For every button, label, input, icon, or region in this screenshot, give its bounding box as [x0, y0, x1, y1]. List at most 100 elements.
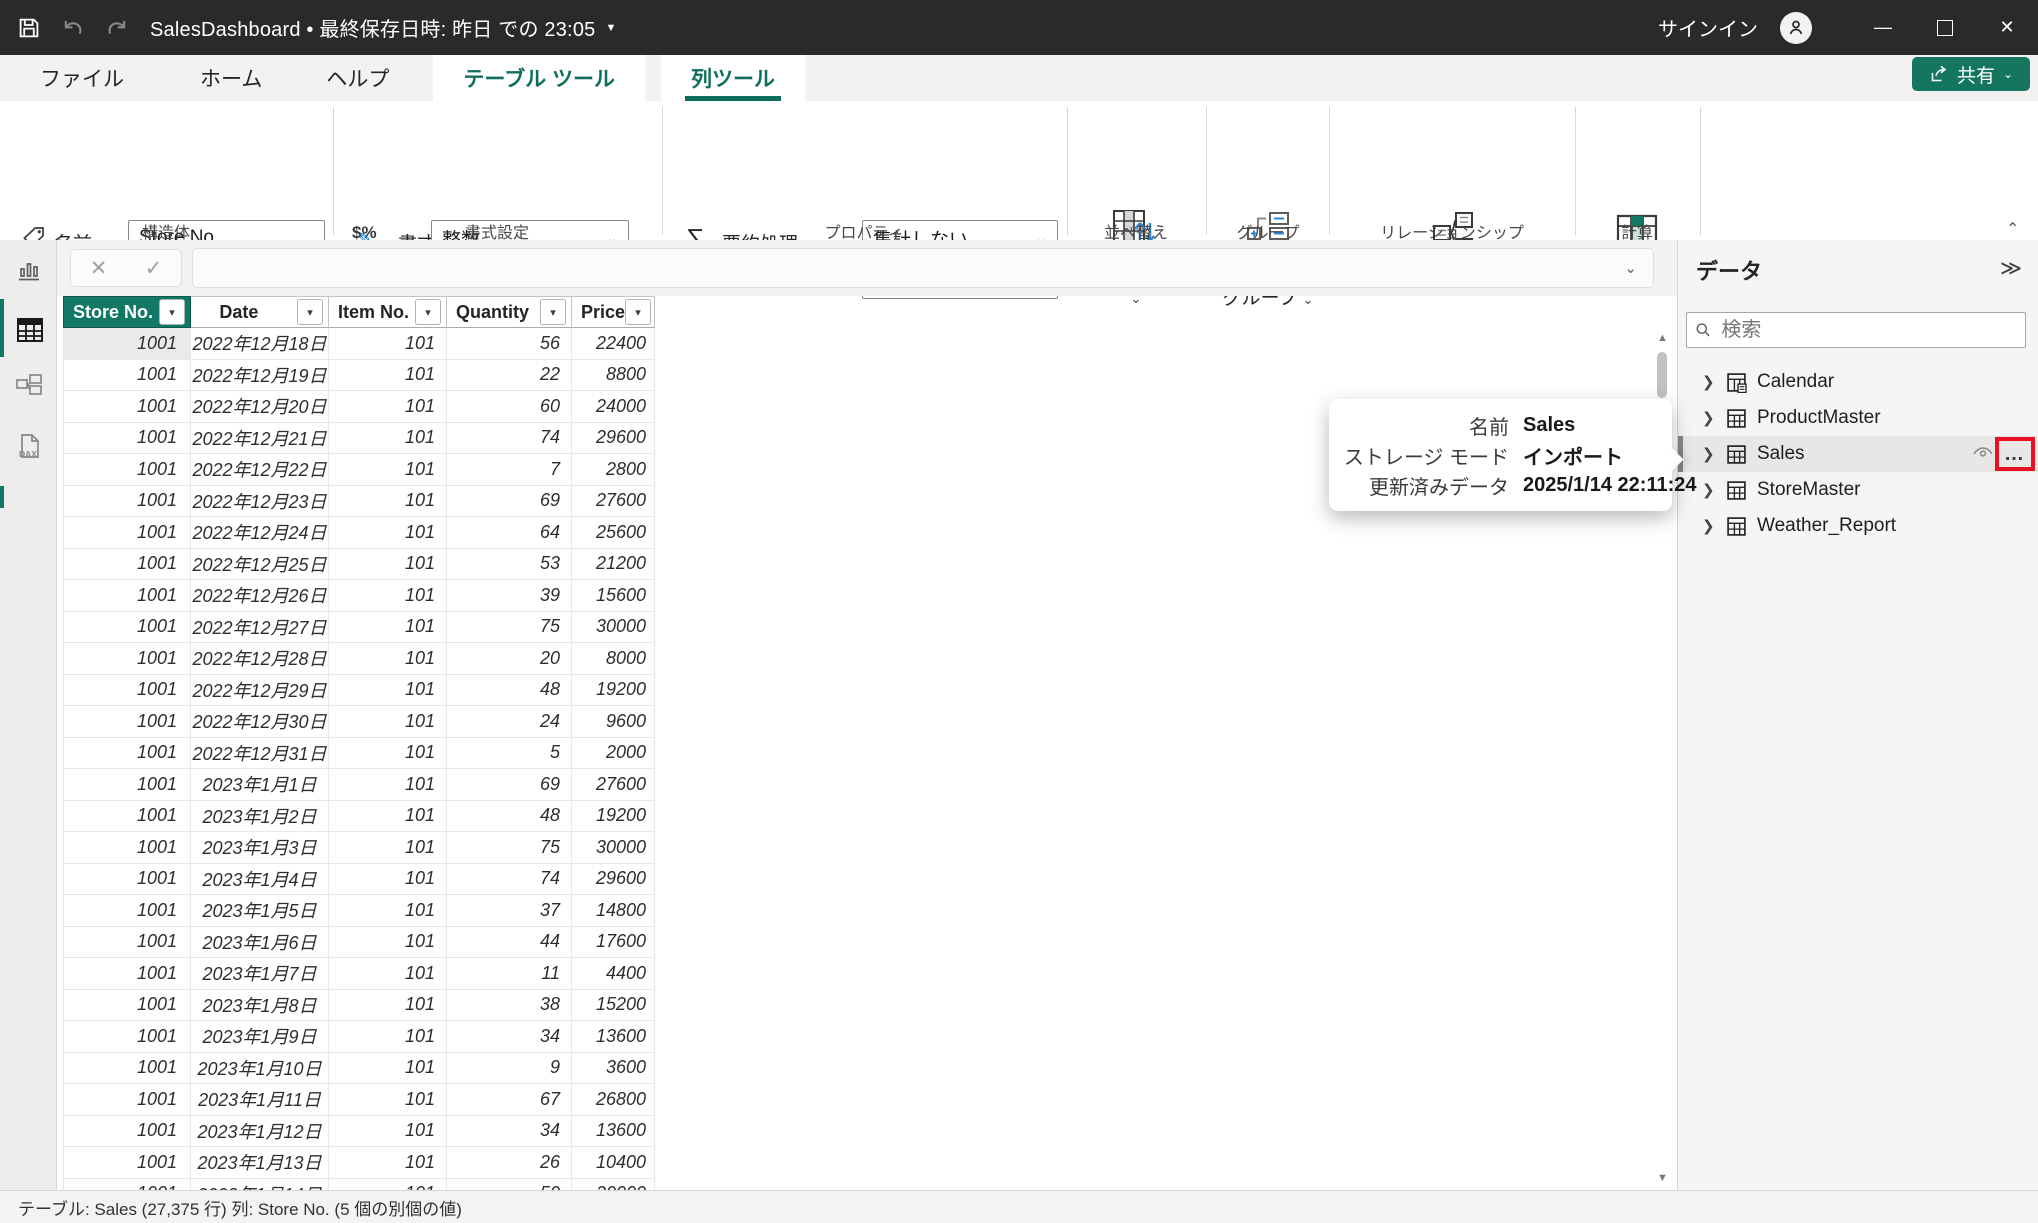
table-cell[interactable]: 17600 — [572, 927, 655, 959]
table-cell[interactable]: 101 — [329, 769, 447, 801]
sign-in-button[interactable]: サインイン — [1658, 13, 1758, 42]
table-cell[interactable]: 20 — [447, 643, 572, 675]
table-cell[interactable]: 101 — [329, 328, 447, 360]
tab-file[interactable]: ファイル — [14, 55, 150, 101]
column-header-date[interactable]: Date ▾ — [191, 296, 329, 328]
tab-home[interactable]: ホーム — [174, 55, 288, 101]
table-cell[interactable]: 22 — [447, 360, 572, 392]
table-cell[interactable]: 101 — [329, 958, 447, 990]
search-box[interactable] — [1686, 312, 2026, 348]
table-cell[interactable]: 1001 — [63, 706, 191, 738]
table-cell[interactable]: 101 — [329, 1021, 447, 1053]
table-cell[interactable]: 1001 — [63, 738, 191, 770]
table-cell[interactable]: 2022年12月18日 — [191, 328, 329, 360]
table-cell[interactable]: 1001 — [63, 486, 191, 518]
table-cell[interactable]: 1001 — [63, 958, 191, 990]
table-cell[interactable]: 101 — [329, 895, 447, 927]
table-cell[interactable]: 2022年12月20日 — [191, 391, 329, 423]
filter-icon[interactable]: ▾ — [297, 299, 323, 325]
table-cell[interactable]: 10400 — [572, 1147, 655, 1179]
table-cell[interactable]: 101 — [329, 1053, 447, 1085]
table-cell[interactable]: 1001 — [63, 1084, 191, 1116]
table-cell[interactable]: 1001 — [63, 612, 191, 644]
table-cell[interactable]: 101 — [329, 454, 447, 486]
column-header-price[interactable]: Price ▾ — [572, 296, 655, 328]
table-cell[interactable]: 101 — [329, 706, 447, 738]
tab-table-tools[interactable]: テーブル ツール — [433, 55, 645, 101]
column-header-store-no[interactable]: Store No. ▾ — [63, 296, 191, 328]
table-cell[interactable]: 101 — [329, 517, 447, 549]
table-cell[interactable]: 101 — [329, 801, 447, 833]
table-cell[interactable]: 26 — [447, 1147, 572, 1179]
minimize-button[interactable]: — — [1852, 0, 1914, 55]
scroll-up-icon[interactable]: ▲ — [1657, 332, 1668, 344]
table-cell[interactable]: 2022年12月21日 — [191, 423, 329, 455]
table-cell[interactable]: 101 — [329, 990, 447, 1022]
close-button[interactable]: ✕ — [1976, 0, 2038, 55]
table-cell[interactable]: 2022年12月28日 — [191, 643, 329, 675]
table-cell[interactable]: 1001 — [63, 391, 191, 423]
table-cell[interactable]: 30000 — [572, 612, 655, 644]
table-cell[interactable]: 34 — [447, 1021, 572, 1053]
table-cell[interactable]: 1001 — [63, 328, 191, 360]
table-cell[interactable]: 13600 — [572, 1021, 655, 1053]
table-cell[interactable]: 101 — [329, 360, 447, 392]
table-cell[interactable]: 101 — [329, 1179, 447, 1191]
table-cell[interactable]: 1001 — [63, 1179, 191, 1191]
table-cell[interactable]: 1001 — [63, 832, 191, 864]
table-cell[interactable]: 13600 — [572, 1116, 655, 1148]
table-cell[interactable]: 26800 — [572, 1084, 655, 1116]
column-header-quantity[interactable]: Quantity ▾ — [447, 296, 572, 328]
table-cell[interactable]: 38 — [447, 990, 572, 1022]
filter-icon[interactable]: ▾ — [415, 299, 441, 325]
table-cell[interactable]: 1001 — [63, 864, 191, 896]
model-view-icon[interactable] — [14, 372, 44, 402]
filter-icon[interactable]: ▾ — [540, 299, 566, 325]
table-cell[interactable]: 2023年1月12日 — [191, 1116, 329, 1148]
table-cell[interactable]: 37 — [447, 895, 572, 927]
table-cell[interactable]: 20000 — [572, 1179, 655, 1191]
table-cell[interactable]: 21200 — [572, 549, 655, 581]
eye-icon[interactable] — [1972, 446, 1994, 462]
collapse-pane-icon[interactable]: ≫ — [2000, 256, 2022, 281]
table-cell[interactable]: 2022年12月29日 — [191, 675, 329, 707]
table-cell[interactable]: 2022年12月30日 — [191, 706, 329, 738]
table-cell[interactable]: 2023年1月9日 — [191, 1021, 329, 1053]
table-cell[interactable]: 24 — [447, 706, 572, 738]
table-cell[interactable]: 101 — [329, 1147, 447, 1179]
table-cell[interactable]: 101 — [329, 486, 447, 518]
table-cell[interactable]: 1001 — [63, 580, 191, 612]
redo-icon[interactable] — [102, 13, 132, 43]
account-avatar[interactable] — [1780, 12, 1812, 44]
commit-formula-icon[interactable]: ✓ — [145, 256, 163, 281]
table-cell[interactable]: 30000 — [572, 832, 655, 864]
table-cell[interactable]: 2023年1月8日 — [191, 990, 329, 1022]
table-cell[interactable]: 1001 — [63, 1147, 191, 1179]
table-cell[interactable]: 9600 — [572, 706, 655, 738]
tab-help[interactable]: ヘルプ — [300, 55, 415, 101]
chevron-right-icon[interactable]: ❯ — [1702, 409, 1716, 427]
collapse-ribbon-icon[interactable]: ⌃ — [2006, 219, 2019, 239]
table-cell[interactable]: 101 — [329, 927, 447, 959]
tree-item-productmaster[interactable]: ❯ ProductMaster — [1678, 400, 2038, 436]
table-cell[interactable]: 101 — [329, 423, 447, 455]
table-cell[interactable]: 1001 — [63, 990, 191, 1022]
table-cell[interactable]: 101 — [329, 612, 447, 644]
filter-icon[interactable]: ▾ — [625, 299, 651, 325]
table-cell[interactable]: 64 — [447, 517, 572, 549]
table-cell[interactable]: 60 — [447, 391, 572, 423]
table-cell[interactable]: 1001 — [63, 643, 191, 675]
table-cell[interactable]: 1001 — [63, 360, 191, 392]
tree-item-calendar[interactable]: ❯ Calendar — [1678, 364, 2038, 400]
table-cell[interactable]: 15600 — [572, 580, 655, 612]
table-cell[interactable]: 2022年12月26日 — [191, 580, 329, 612]
table-cell[interactable]: 2023年1月2日 — [191, 801, 329, 833]
table-cell[interactable]: 1001 — [63, 517, 191, 549]
table-cell[interactable]: 39 — [447, 580, 572, 612]
table-cell[interactable]: 14800 — [572, 895, 655, 927]
table-cell[interactable]: 2022年12月19日 — [191, 360, 329, 392]
table-cell[interactable]: 2022年12月24日 — [191, 517, 329, 549]
cancel-formula-icon[interactable]: ✕ — [90, 256, 108, 281]
table-view-icon[interactable] — [14, 314, 44, 344]
chevron-right-icon[interactable]: ❯ — [1702, 373, 1716, 391]
